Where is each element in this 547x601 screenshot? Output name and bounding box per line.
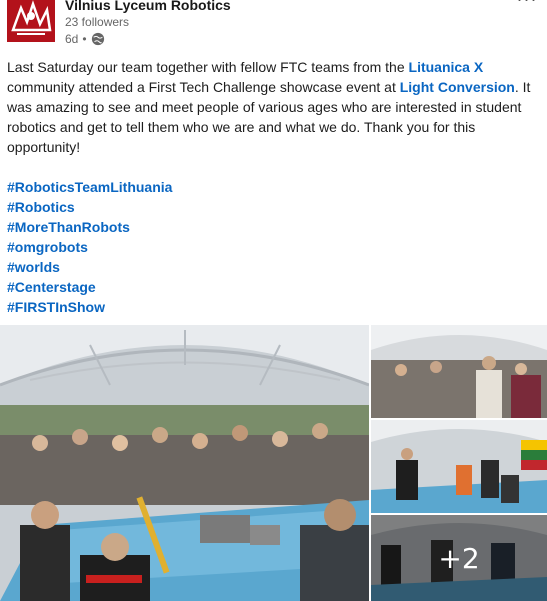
linkedin-post: Vilnius Lyceum Robotics 23 followers 6d … [0,0,547,601]
company-logo[interactable] [7,0,55,42]
post-meta: 6d • [65,31,105,47]
more-options-icon[interactable]: ··· [515,0,539,8]
hashtag-link[interactable]: #FIRSTInShow [7,297,541,317]
more-images-overlay[interactable]: +2 [371,515,547,601]
post-text-part2: community attended a First Tech Challeng… [7,79,400,95]
post-text-part1: Last Saturday our team together with fel… [7,59,409,75]
follower-count: 23 followers [65,15,130,29]
author-name[interactable]: Vilnius Lyceum Robotics [65,0,231,13]
event-photo-team-icon [371,420,547,513]
vilnius-lyceum-logo-icon [7,0,55,42]
hashtag-link[interactable]: #worlds [7,257,541,277]
post-image-side[interactable] [371,420,547,513]
hashtag-list: #RoboticsTeamLithuania #Robotics #MoreTh… [7,177,541,317]
hashtag-link[interactable]: #Centerstage [7,277,541,297]
globe-icon [91,32,105,46]
meta-separator: • [82,32,87,46]
post-image-side[interactable]: +2 [371,515,547,601]
event-photo-robot-field-icon [0,325,369,601]
post-header: Vilnius Lyceum Robotics 23 followers 6d … [0,0,547,52]
mention-light-conversion[interactable]: Light Conversion [400,79,515,95]
event-photo-crowd-icon [371,325,547,418]
post-image-side[interactable] [371,325,547,418]
hashtag-link[interactable]: #MoreThanRobots [7,217,541,237]
post-paragraph: Last Saturday our team together with fel… [7,57,541,157]
post-body: Last Saturday our team together with fel… [7,57,541,317]
more-images-count: +2 [438,541,480,575]
post-time: 6d [65,32,79,46]
hashtag-link[interactable]: #omgrobots [7,237,541,257]
hashtag-link[interactable]: #RoboticsTeamLithuania [7,177,541,197]
post-image-main[interactable] [0,325,369,601]
hashtag-link[interactable]: #Robotics [7,197,541,217]
mention-lituanica-x[interactable]: Lituanica X [409,59,484,75]
